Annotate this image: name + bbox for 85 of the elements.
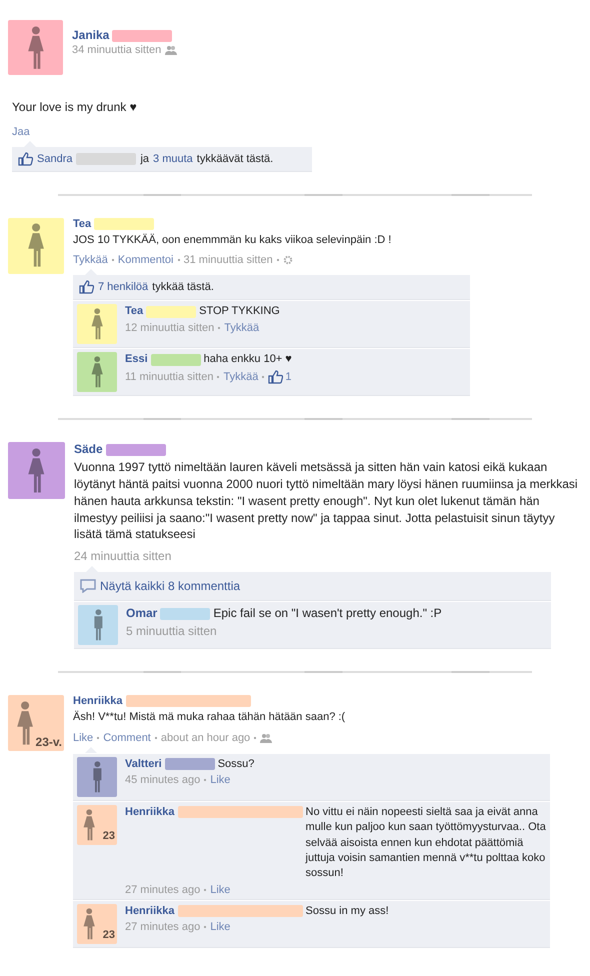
woman-icon	[26, 26, 46, 70]
age-label: 23-v.	[36, 736, 62, 748]
avatar[interactable]	[8, 218, 64, 274]
likers-link[interactable]: 3 muuta	[153, 152, 193, 165]
timestamp: 45 minutes ago	[125, 774, 200, 786]
comment-text: Sossu in my ass!	[306, 904, 389, 919]
thumbs-up-icon	[79, 280, 94, 294]
avatar[interactable]: 23	[77, 904, 117, 944]
author-name[interactable]: Tea	[73, 218, 92, 230]
age-label: 23	[102, 830, 115, 842]
author-name[interactable]: Janika	[72, 28, 110, 42]
comment-text: STOP TYKKING	[199, 304, 280, 320]
author-name[interactable]: Henriikka	[73, 695, 123, 708]
woman-icon	[14, 700, 35, 746]
action-link[interactable]: Like	[210, 884, 230, 896]
timestamp: about an hour ago	[160, 732, 250, 744]
timestamp: 11 minuuttia sitten	[125, 370, 214, 383]
comment-text: haha enkku 10+ ♥	[204, 352, 292, 368]
timestamp: 27 minutes ago	[125, 921, 200, 934]
gear-icon	[282, 255, 293, 266]
action-link[interactable]: Like	[210, 774, 230, 786]
timestamp: 12 minuuttia sitten	[125, 322, 214, 334]
likers-link[interactable]: 7 henkilöä	[98, 281, 148, 294]
comment-text: Sossu?	[218, 756, 254, 772]
author-name[interactable]: Valtteri	[125, 756, 162, 772]
speech-bubble-icon	[80, 579, 96, 594]
author-name[interactable]: Säde	[74, 442, 103, 456]
avatar[interactable]: 23-v.	[8, 695, 64, 752]
avatar[interactable]: 23	[77, 804, 117, 845]
timestamp: 24 minuuttia sitten	[74, 549, 172, 564]
like-count[interactable]: 1	[268, 370, 292, 384]
status-text: Vuonna 1997 tyttö nimeltään lauren käveli metsässä ja sitten hän vain katosi eikä kukaan löytänyt häntä paitsi vuonna 2000 nuori tyttö nimeltään mary löysi hänen ruumiinsa ja merkkasi hänen hauta arkkunsa tekstin: "I wasent pretty enough". Nyt kun olet lukenut tämän hän ilmestyy peiliisi ja saano:"I wasent pretty now" ja tappaa sinut. Jotta pelastuisit sinun täytyy lisätä tämä statukseesi	[74, 459, 579, 544]
author-name[interactable]: Henriikka	[125, 904, 175, 920]
woman-icon	[90, 308, 104, 340]
author-name[interactable]: Tea	[125, 304, 144, 320]
redaction-bar	[106, 444, 166, 456]
likers-link[interactable]: Sandra	[37, 152, 72, 165]
age-label: 23	[102, 930, 115, 941]
man-icon	[90, 760, 104, 793]
likes-text: tykkää tästä.	[152, 281, 214, 294]
action-link[interactable]: Kommentoi	[118, 254, 174, 266]
woman-icon	[90, 356, 104, 388]
action-link[interactable]: Like	[210, 921, 230, 934]
timestamp: 5 minuuttia sitten	[126, 624, 217, 638]
timestamp: 31 minuuttia sitten	[184, 254, 273, 266]
action-link[interactable]: Tykkää	[224, 322, 260, 334]
thumbs-up-icon	[18, 152, 33, 166]
redaction-bar	[94, 218, 154, 230]
status-text: Äsh! V**tu! Mistä mä muka rahaa tähän hätään saan? :(	[73, 710, 346, 726]
avatar[interactable]	[8, 442, 65, 500]
comment-text: Epic fail se on "I wasen't pretty enough." :P	[213, 605, 442, 622]
author-name[interactable]: Essi	[125, 352, 148, 368]
likes-text: ja	[140, 152, 150, 165]
people-icon	[260, 732, 272, 743]
redaction-bar	[112, 30, 172, 42]
status-text: JOS 10 TYKKÄÄ, oon enemmmän ku kaks viikoa selevinpäin :D !	[73, 232, 392, 248]
avatar[interactable]	[8, 20, 63, 75]
woman-icon	[82, 808, 96, 841]
redaction-bar	[146, 306, 196, 318]
show-all-comments-link[interactable]: Näytä kaikki 8 kommenttia	[100, 579, 240, 594]
action-link[interactable]: Comment	[103, 732, 151, 744]
action-link[interactable]: Like	[73, 732, 94, 744]
thumbs-up-icon	[268, 370, 284, 384]
timestamp: 27 minutes ago	[125, 884, 200, 896]
comment-text: No vittu ei näin nopeesti sieltä saa ja eivät anna mulle kun paljoo kun saan työttömyysturvaa.. Ota selvää aisoista ennen kun ehdotat päättömiä juttuja voisin samantien mennä v**tu polttaa koko sossun!	[306, 804, 546, 882]
author-name[interactable]: Henriikka	[125, 804, 175, 820]
redaction-bar	[164, 758, 215, 770]
avatar[interactable]	[77, 304, 117, 344]
action-link[interactable]: Tykkää	[73, 254, 108, 266]
avatar[interactable]	[77, 352, 117, 392]
avatar[interactable]	[78, 605, 118, 646]
woman-icon	[82, 908, 96, 940]
likes-text: tykkäävät tästä.	[196, 152, 274, 165]
action-link[interactable]: Jaa	[12, 126, 30, 138]
author-name[interactable]: Omar	[126, 605, 158, 622]
avatar[interactable]	[77, 756, 117, 797]
woman-icon	[26, 448, 47, 494]
redaction-bar	[150, 354, 201, 366]
man-icon	[92, 609, 104, 642]
timestamp: 34 minuuttia sitten	[72, 44, 162, 56]
redaction-bar	[160, 608, 210, 620]
action-link[interactable]: Tykkää	[223, 370, 258, 383]
status-text: Your love is my drunk ♥	[12, 99, 138, 116]
people-icon	[165, 45, 178, 56]
woman-icon	[26, 223, 46, 268]
